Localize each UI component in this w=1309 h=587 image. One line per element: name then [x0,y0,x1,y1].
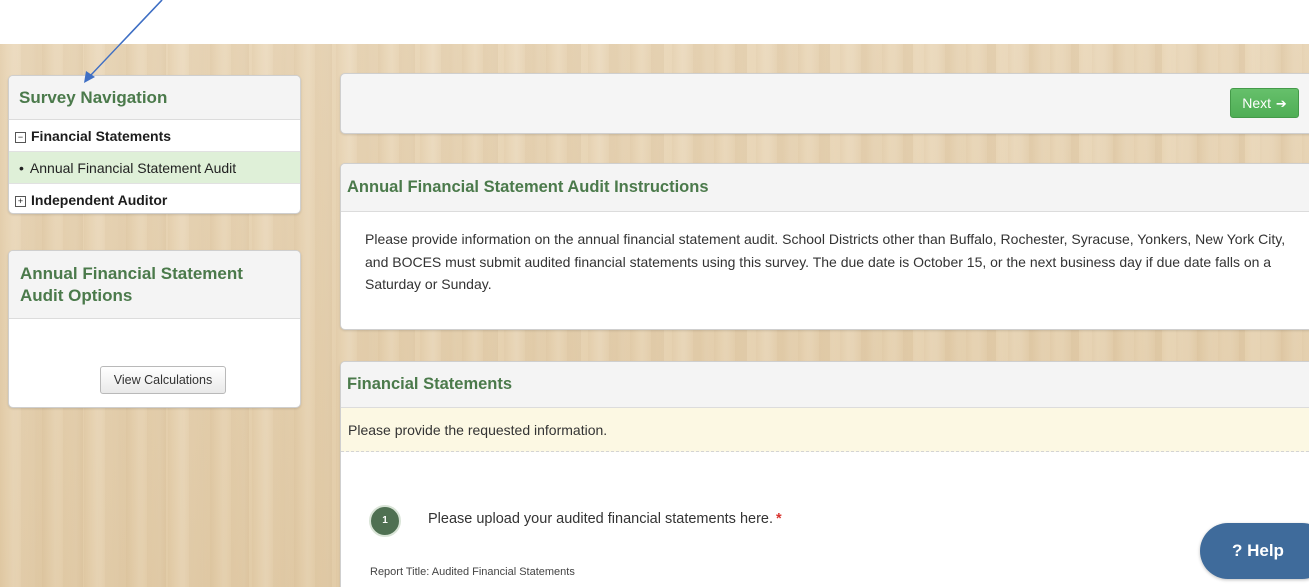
required-asterisk: * [776,511,782,527]
report-title: Report Title: Audited Financial Statemen… [370,566,575,578]
survey-navigation-title: Survey Navigation [9,76,300,120]
arrow-right-icon: ➔ [1275,96,1287,111]
question-text: Please upload your audited financial sta… [428,511,782,527]
audit-options-title: Annual Financial Statement Audit Options [9,251,300,319]
financial-statements-title: Financial Statements [341,362,1309,408]
nav-item-label: Annual Financial Statement Audit [29,160,237,176]
next-label: Next [1242,95,1271,111]
collapse-icon[interactable]: − [15,132,26,143]
help-button[interactable]: ? Help [1200,523,1309,579]
nav-section-label: Financial Statements [31,128,172,144]
nav-item-annual-financial-statement-audit[interactable]: • Annual Financial Statement Audit [9,152,300,184]
nav-section-label: Independent Auditor [31,192,168,208]
annotation-area [0,0,1309,83]
survey-toolbar: Next ➔ [340,73,1309,134]
view-calculations-button[interactable]: View Calculations [100,366,226,394]
instructions-title: Annual Financial Statement Audit Instruc… [341,164,1309,212]
instructions-panel: Annual Financial Statement Audit Instruc… [340,163,1309,330]
requested-information-notice: Please provide the requested information… [341,408,1309,452]
bullet-icon: • [19,160,24,176]
expand-icon[interactable]: + [15,196,26,207]
nav-section-financial-statements[interactable]: − Financial Statements [9,120,300,152]
nav-section-independent-auditor[interactable]: + Independent Auditor [9,184,300,213]
financial-statements-panel: Financial Statements Please provide the … [340,361,1309,587]
survey-navigation-panel: Survey Navigation − Financial Statements … [8,75,301,214]
audit-options-panel: Annual Financial Statement Audit Options… [8,250,301,408]
instructions-text: Please provide information on the annual… [365,231,1286,292]
question-label: Please upload your audited financial sta… [428,511,773,527]
question-number-badge: 1 [369,505,401,537]
next-button[interactable]: Next ➔ [1230,88,1299,118]
